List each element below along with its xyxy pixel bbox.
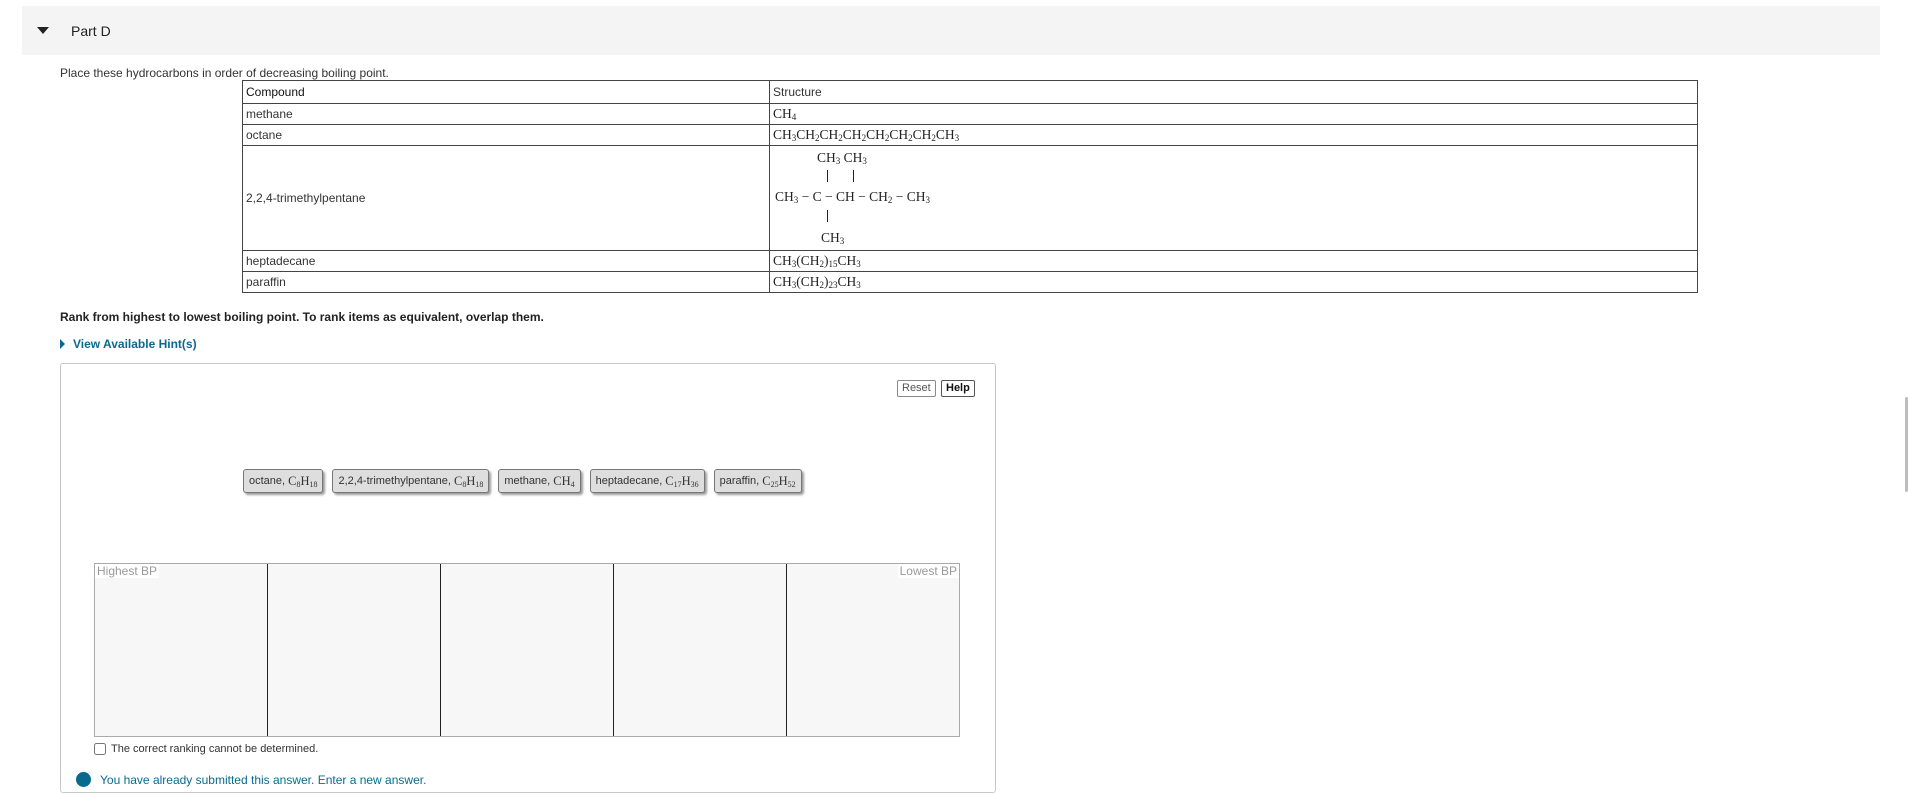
table-row: 2,2,4-trimethylpentane CH3 CH3 CH3 − C −… — [242, 145, 1698, 251]
table-row: methane CH4 — [242, 103, 1698, 125]
rank-item-name: paraffin, — [719, 475, 760, 487]
rank-slot[interactable] — [268, 564, 441, 736]
lowest-bp-label: Lowest BP — [897, 564, 959, 578]
structure-diagram: CH3 CH3 CH3 − C − CH − CH2 − CH3 CH3 — [769, 145, 1698, 251]
rank-item-trimethylpentane[interactable]: 2,2,4-trimethylpentane, C8H18 — [332, 469, 490, 493]
structure-formula: CH3(CH2)15CH3 — [769, 250, 1698, 272]
rank-item-paraffin[interactable]: paraffin, C25H52 — [713, 469, 802, 493]
rank-item-formula: CH4 — [553, 473, 575, 489]
rank-slot[interactable] — [441, 564, 614, 736]
ranking-instruction: Rank from highest to lowest boiling poin… — [60, 310, 544, 324]
cannot-determine-checkbox[interactable] — [94, 743, 106, 755]
question-prompt: Place these hydrocarbons in order of dec… — [60, 66, 389, 80]
rank-slot[interactable] — [614, 564, 787, 736]
view-hints-label[interactable]: View Available Hint(s) — [73, 337, 197, 351]
rank-item-name: heptadecane, — [595, 475, 663, 487]
rank-item-formula: C8H18 — [453, 473, 484, 489]
highest-bp-label: Highest BP — [95, 564, 160, 578]
rank-item-name: methane, — [504, 475, 551, 487]
table-row: octane CH3CH2CH2CH2CH2CH2CH2CH3 — [242, 124, 1698, 146]
cannot-determine-label: The correct ranking cannot be determined… — [111, 743, 319, 755]
rank-slot[interactable]: Lowest BP — [787, 564, 959, 736]
rank-item-octane[interactable]: octane, C8H18 — [243, 469, 324, 493]
structure-formula: CH3CH2CH2CH2CH2CH2CH2CH3 — [769, 124, 1698, 146]
rank-item-formula: C17H36 — [665, 473, 699, 489]
compound-table: Compound Structure methane CH4 octane CH… — [242, 80, 1698, 293]
compound-name: methane — [242, 103, 770, 125]
rank-item-methane[interactable]: methane, CH4 — [498, 469, 581, 493]
compound-name: octane — [242, 124, 770, 146]
caret-down-icon[interactable] — [37, 27, 49, 34]
ranking-widget: Reset Help octane, C8H18 2,2,4-trimethyl… — [60, 363, 996, 793]
compound-name: 2,2,4-trimethylpentane — [242, 145, 770, 251]
compound-name: heptadecane — [242, 250, 770, 272]
column-header-structure: Structure — [769, 80, 1698, 104]
structure-formula: CH3(CH2)23CH3 — [769, 271, 1698, 293]
table-row: paraffin CH3(CH2)23CH3 — [242, 271, 1698, 293]
help-button[interactable]: Help — [941, 380, 975, 397]
draggable-items: octane, C8H18 2,2,4-trimethylpentane, C8… — [243, 469, 811, 493]
ranking-drop-area: Highest BP Lowest BP — [94, 563, 960, 737]
table-row: heptadecane CH3(CH2)15CH3 — [242, 250, 1698, 272]
rank-item-formula: C25H52 — [762, 473, 796, 489]
part-title: Part D — [71, 22, 111, 39]
structure-formula: CH4 — [769, 103, 1698, 125]
reset-button[interactable]: Reset — [897, 380, 936, 397]
rank-slot[interactable]: Highest BP — [95, 564, 268, 736]
rank-item-formula: C8H18 — [288, 473, 318, 489]
compound-name: paraffin — [242, 271, 770, 293]
rank-item-heptadecane[interactable]: heptadecane, C17H36 — [589, 469, 705, 493]
cannot-determine-option[interactable]: The correct ranking cannot be determined… — [94, 743, 318, 755]
view-hints-link[interactable]: View Available Hint(s) — [60, 337, 197, 351]
caret-right-icon — [60, 339, 65, 349]
rank-item-name: octane, — [249, 475, 286, 487]
part-header[interactable]: Part D — [22, 6, 1880, 55]
column-header-compound: Compound — [242, 80, 770, 104]
rank-item-name: 2,2,4-trimethylpentane, — [338, 475, 451, 487]
table-header-row: Compound Structure — [242, 80, 1698, 104]
